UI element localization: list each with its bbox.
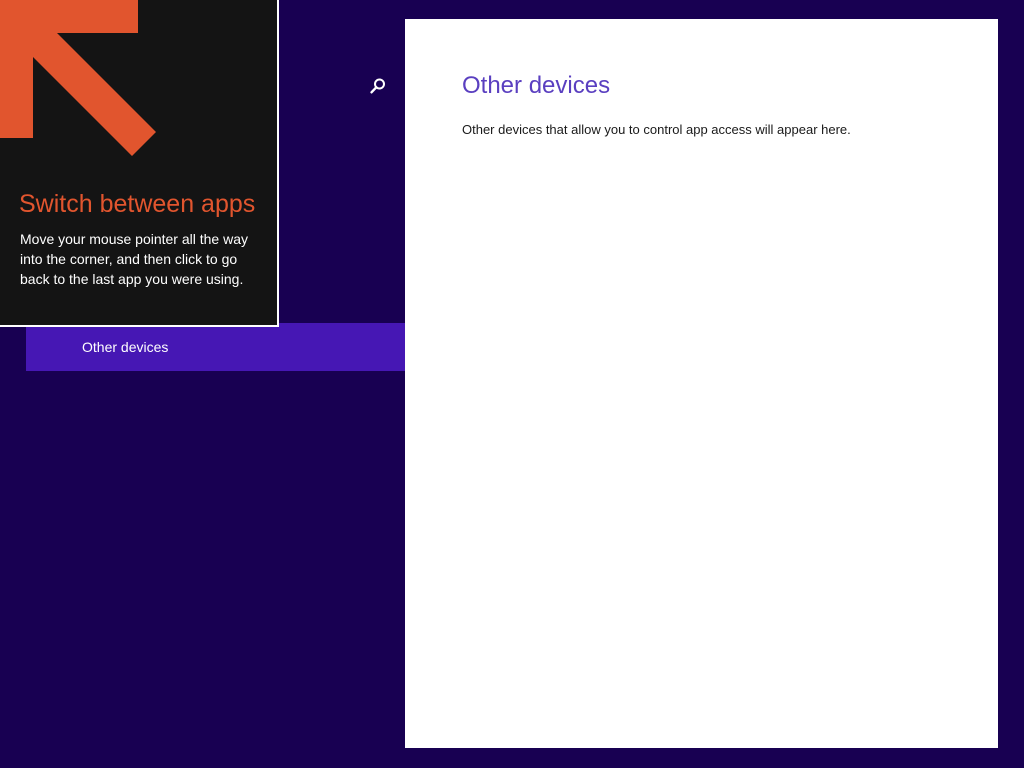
page-title: Other devices xyxy=(462,72,611,99)
search-button[interactable] xyxy=(366,74,390,98)
content-panel: Other devices Other devices that allow y… xyxy=(405,19,998,748)
tip-body: Move your mouse pointer all the way into… xyxy=(20,231,248,287)
hot-corner-target[interactable] xyxy=(0,0,160,160)
settings-screen: Other devices Other devices Other device… xyxy=(0,0,1024,768)
nav-item-label: Other devices xyxy=(82,339,169,355)
page-description: Other devices that allow you to control … xyxy=(462,122,851,137)
search-icon xyxy=(369,77,387,95)
nav-item-other-devices[interactable]: Other devices xyxy=(26,323,405,371)
tip-title: Switch between apps xyxy=(19,190,256,218)
switch-apps-tip: Switch between apps Move your mouse poin… xyxy=(0,0,279,327)
